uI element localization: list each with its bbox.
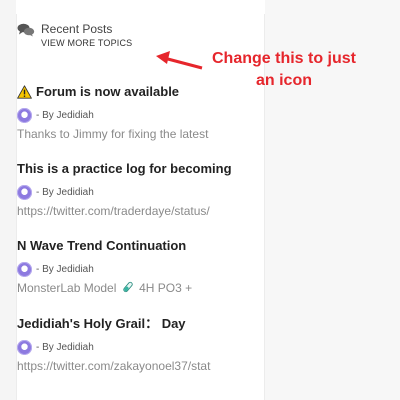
post-author: - By Jedidiah — [36, 263, 94, 275]
screenshot-canvas: Recent Posts VIEW MORE TOPICS Forum is n… — [0, 0, 400, 400]
annotation-callout: Change this to just an icon — [150, 48, 400, 98]
post-meta: - By Jedidiah — [17, 261, 247, 277]
annotation-text: Change this to just an icon — [212, 50, 356, 89]
post-meta: - By Jedidiah — [17, 339, 247, 355]
post-title-text: N Wave Trend Continuation — [17, 238, 187, 253]
post-title[interactable]: This is a practice log for becoming — [17, 161, 247, 177]
post-meta: - By Jedidiah — [17, 184, 247, 200]
post-item[interactable]: Jedidiah's Holy Grail： Day - By Jedidiah… — [17, 316, 247, 374]
excerpt-text-after: 4H PO3 + — [139, 281, 193, 295]
post-author: - By Jedidiah — [36, 109, 94, 121]
warning-icon — [17, 85, 32, 99]
post-excerpt: https://twitter.com/traderdaye/status/ — [17, 204, 210, 218]
avatar[interactable] — [17, 184, 32, 200]
post-author: - By Jedidiah — [36, 186, 94, 198]
post-title-text: Jedidiah's Holy Grail： Day — [17, 316, 186, 331]
post-title[interactable]: N Wave Trend Continuation — [17, 238, 247, 254]
test-tube-icon — [123, 281, 133, 293]
view-more-topics-link[interactable]: VIEW MORE TOPICS — [41, 38, 132, 48]
avatar[interactable] — [17, 107, 32, 123]
post-title-text: This is a practice log for becoming — [17, 161, 232, 176]
post-meta: - By Jedidiah — [17, 107, 247, 123]
widget-title: Recent Posts — [41, 22, 113, 36]
post-excerpt: https://twitter.com/zakayonoel37/stat — [17, 359, 211, 373]
avatar[interactable] — [17, 261, 32, 277]
annotation-arrow — [156, 51, 203, 70]
post-excerpt: MonsterLab Model 4H PO3 + — [17, 281, 247, 296]
post-item[interactable]: This is a practice log for becoming - By… — [17, 161, 247, 219]
post-excerpt: Thanks to Jimmy for fixing the latest — [17, 127, 209, 141]
page-gutter — [0, 0, 16, 400]
post-item[interactable]: N Wave Trend Continuation - By Jedidiah … — [17, 238, 247, 296]
excerpt-text-before: MonsterLab Model — [17, 281, 117, 295]
post-author: - By Jedidiah — [36, 341, 94, 353]
avatar[interactable] — [17, 339, 32, 355]
post-title[interactable]: Jedidiah's Holy Grail： Day — [17, 316, 247, 332]
chat-bubbles-icon — [17, 23, 35, 37]
